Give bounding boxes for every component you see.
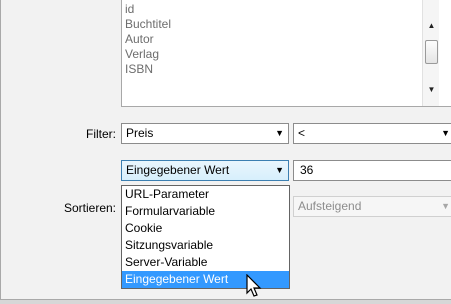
sort-order-select[interactable]: Aufsteigend ▼ <box>293 196 451 217</box>
chevron-down-icon: ▼ <box>275 165 284 175</box>
columns-list-items: id Buchtitel Autor Verlag ISBN <box>124 2 171 77</box>
sort-order-value: Aufsteigend <box>298 199 362 213</box>
dropdown-option-cookie[interactable]: Cookie <box>122 220 289 237</box>
list-item[interactable]: id <box>124 2 171 17</box>
scroll-thumb[interactable] <box>425 40 438 64</box>
cursor-arrow-icon <box>246 274 262 297</box>
list-item[interactable]: Autor <box>124 32 171 47</box>
filter-source-dropdown[interactable]: URL-Parameter Formularvariable Cookie Si… <box>121 185 290 289</box>
dropdown-option-url-parameter[interactable]: URL-Parameter <box>122 186 289 203</box>
dropdown-option-session-variable[interactable]: Sitzungsvariable <box>122 237 289 254</box>
dropdown-option-server-variable[interactable]: Server-Variable <box>122 254 289 271</box>
dropdown-option-form-variable[interactable]: Formularvariable <box>122 203 289 220</box>
scroll-up-icon[interactable]: ▲ <box>423 18 440 34</box>
filter-value-input[interactable]: 36 <box>293 160 451 181</box>
filter-operator-select[interactable]: < ▼ <box>293 123 451 144</box>
list-item[interactable]: Verlag <box>124 47 171 62</box>
list-item[interactable]: ISBN <box>124 62 171 77</box>
filter-source-value: Eingegebener Wert <box>126 163 230 177</box>
dialog-frame: id Buchtitel Autor Verlag ISBN ▲ ▼ Filte… <box>0 0 451 300</box>
chevron-down-icon: ▼ <box>441 201 450 211</box>
sort-label: Sortieren: <box>63 201 116 215</box>
columns-scrollbar[interactable]: ▲ ▼ <box>422 0 439 106</box>
filter-value-text: 36 <box>300 163 314 177</box>
chevron-down-icon: ▼ <box>275 128 284 138</box>
filter-column-value: Preis <box>126 126 154 140</box>
filter-source-select[interactable]: Eingegebener Wert ▼ <box>121 160 289 181</box>
filter-label: Filter: <box>86 127 116 141</box>
filter-operator-value: < <box>298 126 306 140</box>
scroll-down-icon[interactable]: ▼ <box>423 82 440 98</box>
chevron-down-icon: ▼ <box>441 128 450 138</box>
filter-column-select[interactable]: Preis ▼ <box>121 123 289 144</box>
dropdown-option-entered-value[interactable]: Eingegebener Wert <box>122 271 289 288</box>
columns-listbox[interactable]: id Buchtitel Autor Verlag ISBN ▲ ▼ <box>121 0 451 107</box>
list-item[interactable]: Buchtitel <box>124 17 171 32</box>
window-bottom-edge <box>0 300 451 304</box>
